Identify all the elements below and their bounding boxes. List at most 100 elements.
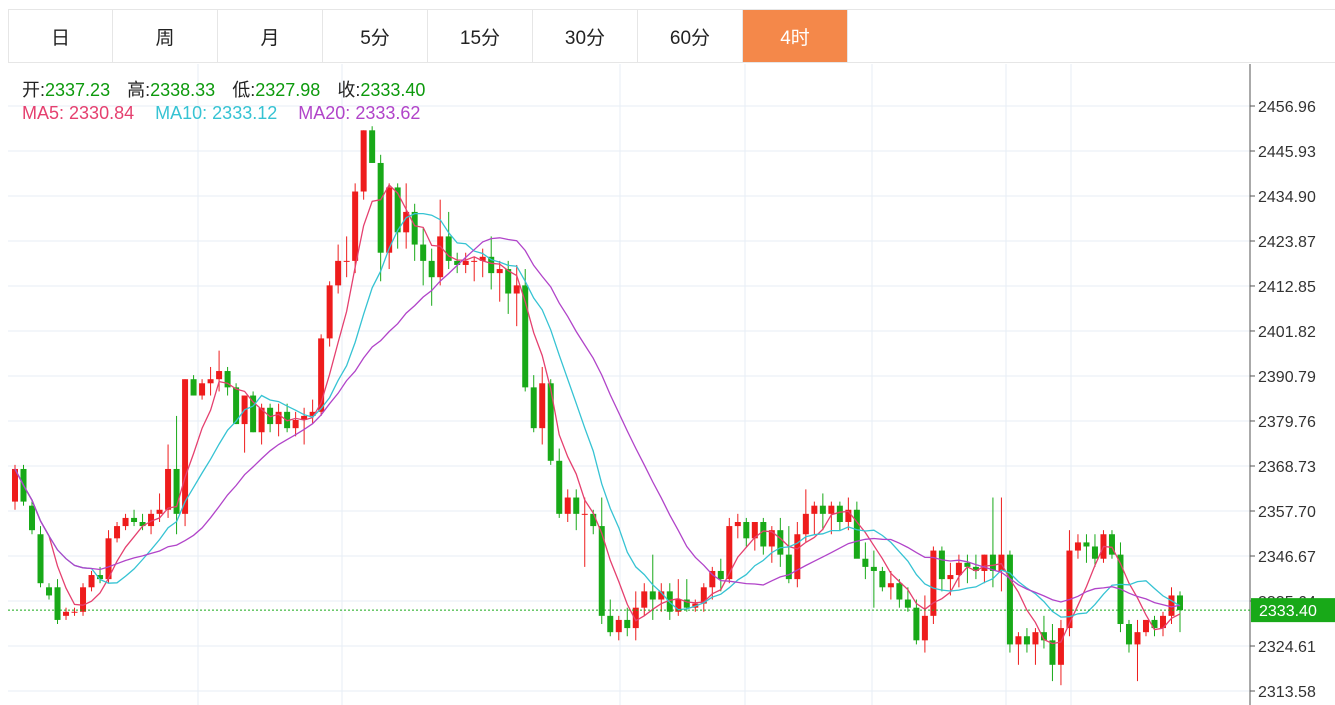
candle-body — [556, 460, 563, 514]
candle-body — [862, 558, 869, 567]
candle-body — [1057, 628, 1064, 665]
candle-body — [216, 371, 223, 380]
candle-body — [717, 570, 724, 580]
candle-body — [165, 468, 172, 510]
y-tick-label: 2412.85 — [1258, 279, 1316, 296]
candle-body — [1023, 636, 1030, 645]
candle-body — [377, 162, 384, 253]
candle-body — [207, 379, 214, 384]
y-tick-label: 2456.96 — [1258, 99, 1316, 116]
candle-body — [71, 611, 78, 613]
candle-body — [581, 513, 588, 515]
candle-body — [1134, 632, 1141, 645]
candle-body — [420, 244, 427, 261]
candle-body — [777, 530, 784, 555]
candle-body — [360, 130, 367, 192]
candle-body — [190, 379, 197, 396]
y-tick-label: 2346.67 — [1258, 549, 1316, 566]
y-tick-label: 2445.93 — [1258, 144, 1316, 161]
candle-body — [29, 505, 36, 531]
candle-body — [131, 517, 138, 523]
y-tick-label: 2368.73 — [1258, 459, 1316, 476]
candle-body — [624, 619, 631, 629]
candle-body — [726, 526, 733, 580]
candle-body — [369, 130, 376, 163]
candle-body — [989, 554, 996, 571]
candle-body — [462, 260, 469, 265]
candle-body — [1015, 636, 1022, 645]
candle-body — [870, 566, 877, 571]
y-tick-label: 2313.58 — [1258, 684, 1316, 701]
candle-body — [1083, 542, 1090, 547]
ma5-legend-item: MA5: 2330.84 — [22, 103, 134, 124]
candle-body — [1006, 554, 1013, 645]
candle-body — [505, 269, 512, 294]
candle-body — [981, 554, 988, 571]
candle-body — [496, 269, 503, 274]
ma-legend: MA5: 2330.84 MA10: 2333.12 MA20: 2333.62 — [22, 103, 436, 124]
open-value: 2337.23 — [45, 80, 111, 100]
low-label: 低: — [232, 80, 256, 100]
ma10-value: 2333.12 — [212, 103, 278, 123]
candle-body — [836, 505, 843, 523]
last-price-label: 2333.40 — [1259, 603, 1317, 620]
candle-body — [403, 211, 410, 233]
candle-body — [80, 587, 87, 612]
candle-body — [1168, 595, 1175, 616]
ma20-value: 2333.62 — [355, 103, 421, 123]
candle-body — [590, 513, 597, 527]
close-value: 2333.40 — [360, 80, 426, 100]
candle-body — [615, 619, 622, 633]
y-tick-label: 2401.82 — [1258, 324, 1316, 341]
candle-body — [182, 379, 189, 514]
candle-body — [513, 285, 520, 294]
candle-body — [199, 383, 206, 396]
candle-body — [930, 550, 937, 616]
candle-body — [547, 383, 554, 461]
candle-body — [607, 615, 614, 633]
candle-body — [573, 497, 580, 514]
y-tick-label: 2379.76 — [1258, 414, 1316, 431]
candle-body — [114, 526, 121, 539]
candle-body — [955, 562, 962, 576]
candle-body — [88, 575, 95, 588]
candle-body — [1091, 546, 1098, 559]
y-tick-label: 2324.61 — [1258, 639, 1316, 656]
candle-body — [734, 522, 741, 527]
candle-body — [530, 387, 537, 429]
candle-body — [802, 513, 809, 535]
candle-body — [811, 505, 818, 514]
candle-body — [1125, 624, 1132, 645]
candle-body — [1074, 542, 1081, 551]
candle-body — [335, 260, 342, 286]
ma20-legend-item: MA20: 2333.62 — [298, 103, 420, 124]
candle-body — [1142, 619, 1149, 633]
candle-body — [947, 575, 954, 580]
candle-body — [887, 583, 894, 588]
ma10-legend-item: MA10: 2333.12 — [155, 103, 277, 124]
open-label: 开: — [22, 80, 46, 100]
candle-body — [46, 587, 53, 596]
candle-body — [564, 497, 571, 514]
high-value: 2338.33 — [150, 80, 216, 100]
candle-body — [471, 260, 478, 262]
ma20-label: MA20: — [298, 103, 351, 123]
candle-body — [649, 591, 656, 600]
candle-body — [819, 505, 826, 514]
candle-body — [743, 522, 750, 539]
candle-body — [913, 607, 920, 641]
candle-body — [37, 534, 44, 584]
ma10-label: MA10: — [155, 103, 208, 123]
y-tick-label: 2423.87 — [1258, 234, 1316, 251]
candle-body — [63, 611, 70, 616]
candle-body — [428, 260, 435, 278]
y-tick-label: 2434.90 — [1258, 189, 1316, 206]
candle-body — [828, 505, 835, 514]
candle-body — [760, 522, 767, 547]
ma20-line — [14, 237, 1181, 608]
candle-body — [292, 420, 299, 429]
candle-body — [1177, 595, 1183, 611]
candle-body — [641, 591, 648, 608]
candle-body — [326, 285, 333, 339]
candle-body — [411, 211, 418, 245]
